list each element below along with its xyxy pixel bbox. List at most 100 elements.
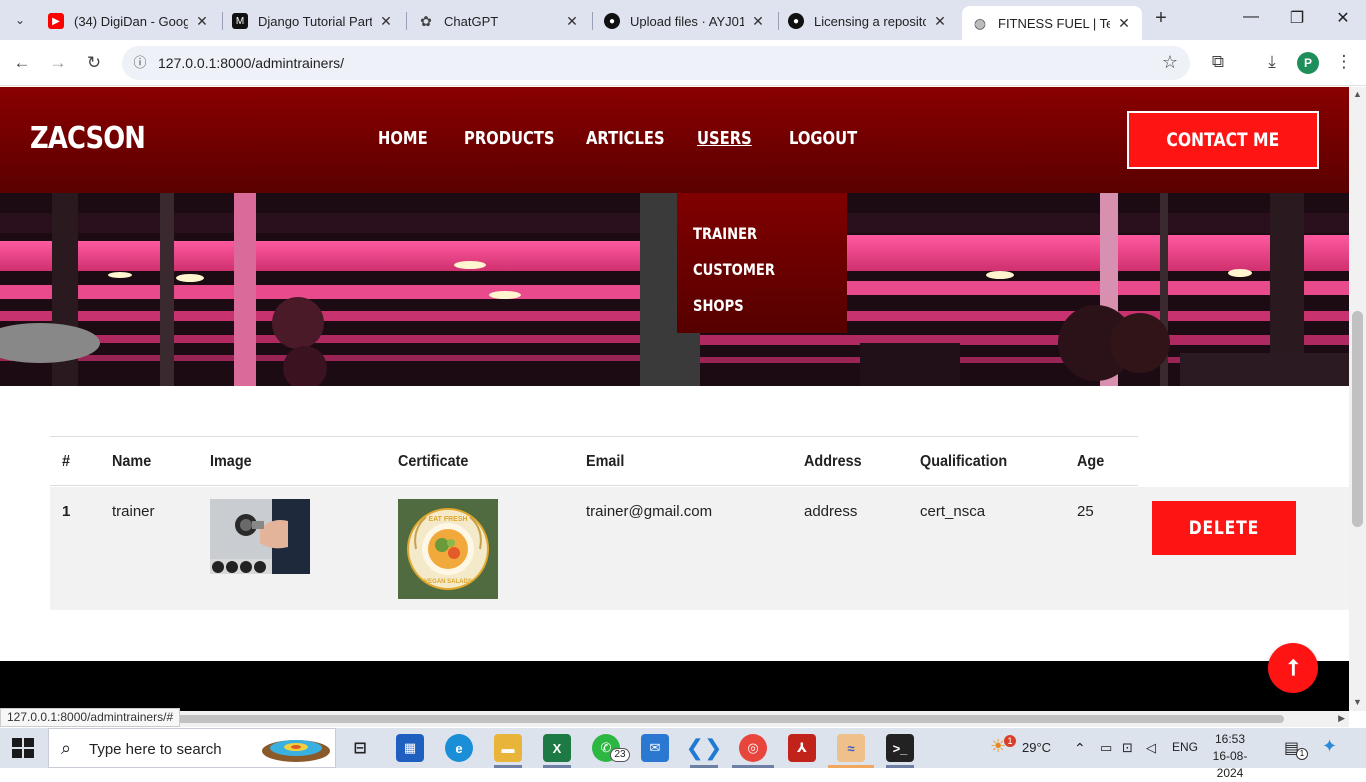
scroll-down-arrow-icon[interactable]: ▼ — [1353, 697, 1362, 707]
profile-avatar[interactable]: P — [1297, 52, 1319, 74]
back-arrow-icon[interactable]: ← — [11, 52, 33, 74]
close-tab-icon[interactable]: ✕ — [378, 13, 394, 30]
dolphin-app-icon[interactable]: ≈ — [837, 734, 865, 762]
hscrollbar-thumb[interactable] — [170, 715, 1284, 723]
address-bar[interactable]: ⓘ 127.0.0.1:8000/admintrainers/ ☆ — [122, 46, 1190, 80]
horizontal-scrollbar[interactable]: ▶ — [0, 711, 1349, 727]
download-icon[interactable]: ⤓ — [1260, 52, 1284, 72]
tab-title: Licensing a repository — [814, 13, 926, 29]
file-explorer-icon[interactable]: ▬ — [494, 734, 522, 762]
windows-start-icon[interactable] — [12, 738, 34, 758]
battery-icon[interactable]: ▭ — [1100, 740, 1112, 756]
browser-toolbar: ← → ↻ ⓘ 127.0.0.1:8000/admintrainers/ ☆ … — [0, 40, 1366, 86]
close-tab-icon[interactable]: ✕ — [564, 13, 580, 30]
browser-tab[interactable]: ▶ (34) DigiDan - Google ✕ — [38, 6, 220, 36]
acrobat-pdf-icon[interactable]: ⅄ — [788, 734, 816, 762]
column-header-name: Name — [112, 453, 152, 470]
tab-divider — [592, 12, 593, 30]
windows-taskbar: ⌕ Type here to search ⊟ ▦ e ▬ X ✆ 23 ✉ ❮… — [0, 728, 1366, 780]
column-header-qualification: Qualification — [920, 453, 1008, 470]
browser-tab-active[interactable]: ◍ FITNESS FUEL | Templ ✕ — [962, 6, 1142, 40]
mail-icon[interactable]: ✉ — [641, 734, 669, 762]
search-highlight-illustration — [262, 740, 330, 762]
globe-icon: ◍ — [973, 14, 987, 31]
scroll-right-arrow-icon[interactable]: ▶ — [1338, 713, 1345, 724]
scrollbar-thumb[interactable] — [1352, 311, 1363, 527]
browser-tab[interactable]: M Django Tutorial Part 1 ✕ — [222, 6, 404, 36]
column-header-age: Age — [1077, 453, 1105, 470]
close-tab-icon[interactable]: ✕ — [932, 13, 948, 30]
browser-menu-icon[interactable]: ⋮ — [1332, 52, 1356, 72]
nav-products[interactable]: PRODUCTS — [464, 128, 555, 149]
tray-chevron-up-icon[interactable]: ⌃ — [1074, 740, 1086, 757]
site-footer — [0, 661, 1349, 711]
tab-title: (34) DigiDan - Google — [74, 13, 188, 29]
close-tab-icon[interactable]: ✕ — [750, 13, 766, 30]
browser-tab[interactable]: ● Licensing a repository ✕ — [778, 6, 958, 36]
column-header-email: Email — [586, 453, 625, 470]
column-header-image: Image — [210, 453, 252, 470]
nav-articles[interactable]: ARTICLES — [586, 128, 665, 149]
nav-users[interactable]: USERS — [697, 128, 752, 149]
row-index: 1 — [62, 503, 71, 520]
close-window-icon[interactable]: ✕ — [1328, 8, 1358, 28]
language-indicator[interactable]: ENG — [1172, 740, 1198, 754]
microsoft-store-icon[interactable]: ▦ — [396, 734, 424, 762]
tab-search-chevron-icon[interactable]: ⌄ — [8, 8, 32, 32]
tab-divider — [406, 12, 407, 30]
nav-home[interactable]: HOME — [378, 128, 428, 149]
column-header-index: # — [62, 453, 71, 470]
medium-icon: M — [232, 13, 248, 29]
close-tab-icon[interactable]: ✕ — [1116, 15, 1132, 32]
notification-badge: 1 — [1296, 748, 1308, 760]
extensions-puzzle-icon[interactable]: ⧉ — [1206, 52, 1230, 72]
vscode-icon[interactable]: ❮❯ — [686, 734, 723, 762]
search-icon: ⌕ — [61, 738, 72, 758]
clock-time: 16:53 — [1214, 732, 1246, 746]
taskbar-search-box[interactable]: ⌕ Type here to search — [48, 728, 336, 768]
tab-title: Upload files · AYJ01/F — [630, 13, 744, 29]
tab-title: FITNESS FUEL | Templ — [998, 15, 1110, 31]
browser-tab[interactable]: ✿ ChatGPT ✕ — [408, 6, 590, 36]
weather-temperature[interactable]: 29°C — [1022, 740, 1051, 755]
table-row: 1 trainer EAT FRESH VEGAN SALADS trainer… — [50, 487, 1349, 610]
trainer-qualification: cert_nsca — [920, 503, 986, 520]
bookmark-star-icon[interactable]: ☆ — [1162, 52, 1178, 73]
forward-arrow-icon[interactable]: → — [47, 52, 69, 74]
task-view-icon[interactable]: ⊟ — [346, 734, 374, 762]
site-info-icon[interactable]: ⓘ — [130, 53, 150, 73]
dropdown-item-trainer[interactable]: TRAINER — [693, 224, 757, 243]
browser-tab[interactable]: ● Upload files · AYJ01/F ✕ — [594, 6, 776, 36]
copilot-icon[interactable]: ✦ — [1322, 736, 1337, 757]
restore-window-icon[interactable]: ❐ — [1282, 8, 1312, 28]
table-header-row: # Name Image Certificate Email Address Q… — [50, 436, 1138, 486]
dropdown-item-shops[interactable]: SHOPS — [693, 296, 744, 315]
delete-button[interactable]: DELETE — [1152, 501, 1296, 555]
certificate-text-top: EAT FRESH — [428, 516, 467, 523]
contact-me-button[interactable]: CONTACT ME — [1127, 111, 1319, 169]
excel-icon[interactable]: X — [543, 734, 571, 762]
edge-browser-icon[interactable]: e — [445, 734, 473, 762]
terminal-icon[interactable]: >_ — [886, 734, 914, 762]
volume-muted-icon[interactable]: ◁ — [1146, 740, 1156, 756]
weather-badge: 1 — [1004, 735, 1016, 747]
scroll-up-arrow-icon[interactable]: ▲ — [1353, 89, 1362, 99]
dropdown-item-customer[interactable]: CUSTOMER — [693, 260, 775, 279]
nav-logout[interactable]: LOGOUT — [789, 128, 857, 149]
browser-tab-strip: ⌄ ▶ (34) DigiDan - Google ✕ M Django Tut… — [0, 0, 1366, 40]
search-placeholder: Type here to search — [89, 741, 222, 758]
minimize-window-icon[interactable]: — — [1236, 8, 1266, 26]
new-tab-plus-icon[interactable]: + — [1150, 8, 1172, 30]
vertical-scrollbar[interactable]: ▲ ▼ — [1349, 87, 1366, 711]
scroll-to-top-arrow-icon[interactable]: ⭡ — [1268, 643, 1318, 693]
system-clock[interactable]: 16:53 16-08-2024 — [1206, 731, 1254, 782]
reload-icon[interactable]: ↻ — [83, 52, 105, 74]
close-tab-icon[interactable]: ✕ — [194, 13, 210, 30]
chrome-icon[interactable]: ◎ — [739, 734, 767, 762]
github-icon: ● — [788, 13, 804, 29]
site-logo[interactable]: ZACSON — [30, 121, 146, 156]
url-text[interactable]: 127.0.0.1:8000/admintrainers/ — [158, 55, 344, 71]
site-header: ZACSON HOME PRODUCTS ARTICLES USERS LOGO… — [0, 87, 1349, 193]
trainer-dumbbell-photo — [210, 499, 310, 574]
network-icon[interactable]: ⊡ — [1122, 740, 1133, 756]
